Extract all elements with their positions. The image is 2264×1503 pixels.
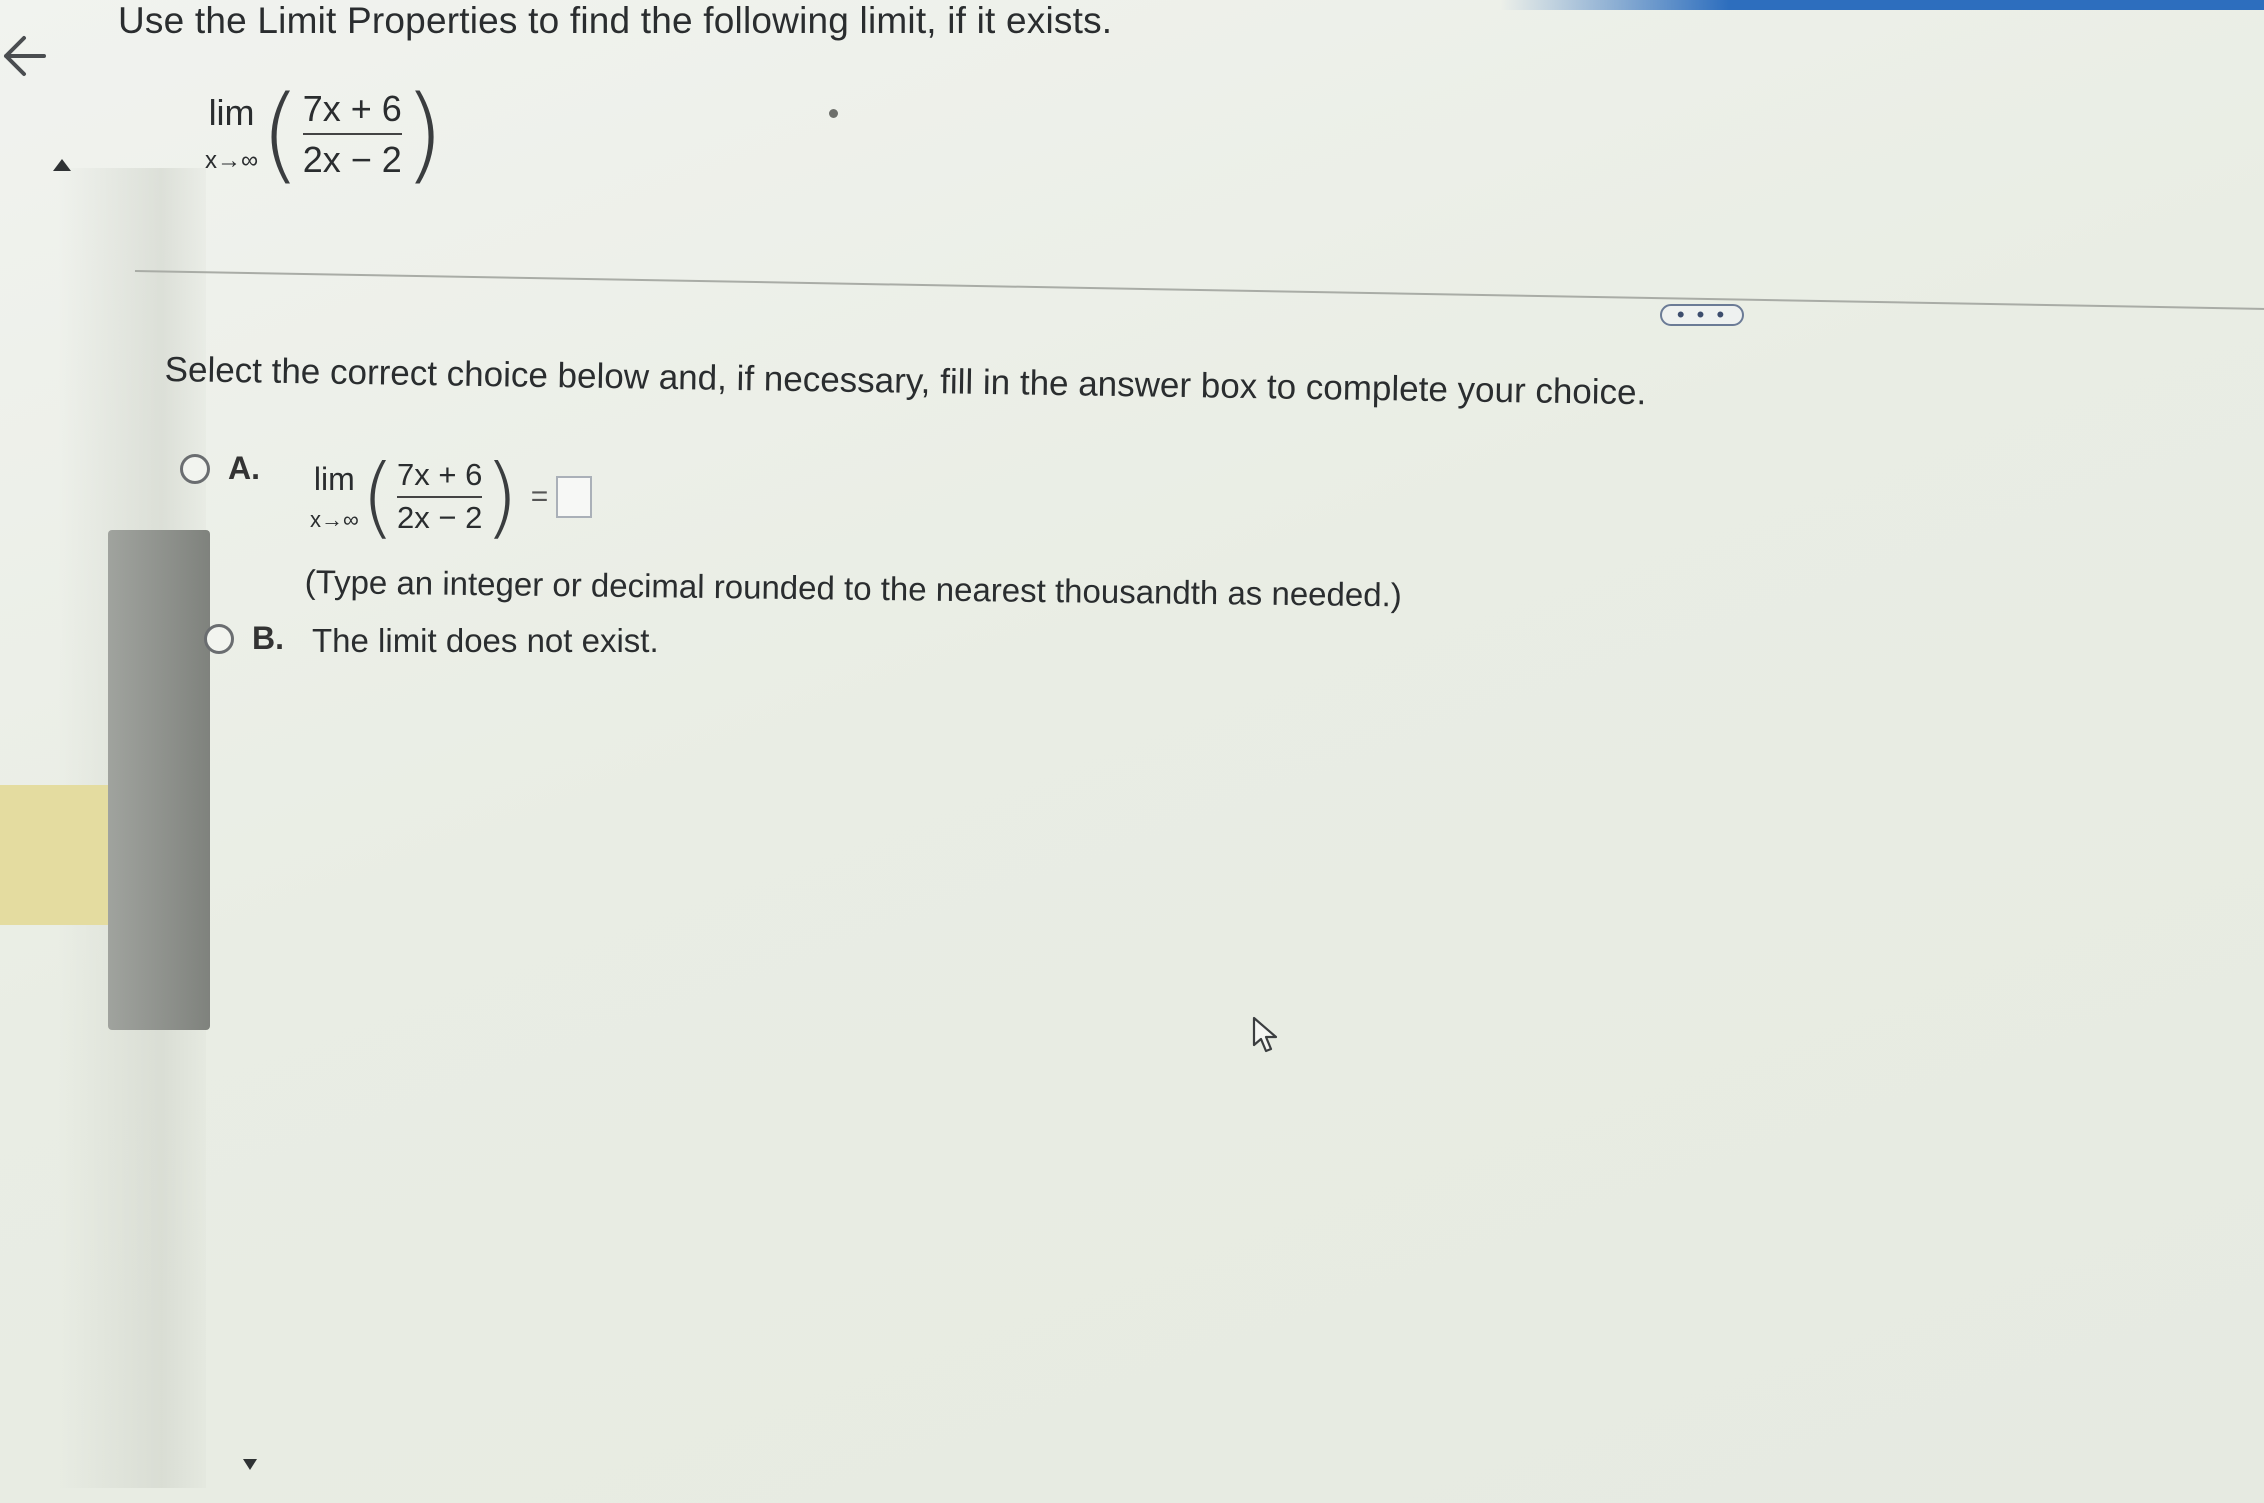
answer-input-box[interactable] [556, 476, 593, 518]
choice-a-limit-expression: lim x→∞ ( 7x + 6 2x − 2 ) = [310, 445, 593, 548]
limit-operator: lim x→∞ [205, 95, 258, 173]
fraction-bar [302, 132, 402, 135]
screen-speck [829, 109, 838, 118]
scroll-down-icon[interactable] [242, 1458, 258, 1472]
limit-operator: lim x→∞ [310, 463, 359, 531]
back-arrow-icon[interactable] [0, 28, 60, 84]
instruction-text: Select the correct choice below and, if … [164, 350, 1647, 413]
numerator: 7x + 6 [397, 457, 483, 493]
lim-word: lim [313, 461, 355, 497]
top-accent-bar [1500, 0, 2264, 10]
right-paren: ) [484, 445, 519, 548]
choice-b[interactable]: B. [204, 620, 284, 657]
left-paren: ( [360, 445, 396, 548]
scroll-thumb[interactable] [108, 530, 210, 1030]
equals-sign: = [530, 480, 549, 513]
fraction: 7x + 6 2x − 2 [397, 457, 483, 535]
question-limit-expression: lim x→∞ ( 7x + 6 2x − 2 ) [205, 82, 446, 186]
choice-a-radio[interactable] [180, 453, 210, 484]
denominator: 2x − 2 [397, 500, 483, 535]
lim-word: lim [208, 92, 255, 133]
section-divider [134, 270, 2264, 311]
question-text: Use the Limit Properties to find the fol… [118, 0, 1113, 41]
choice-a-hint: (Type an integer or decimal rounded to t… [304, 563, 1402, 614]
choice-a-letter: A. [228, 450, 260, 486]
lim-subscript: x→∞ [310, 507, 359, 532]
fraction: 7x + 6 2x − 2 [302, 87, 402, 180]
choice-b-radio[interactable] [204, 623, 234, 654]
numerator: 7x + 6 [302, 87, 402, 129]
right-paren: ) [403, 73, 445, 195]
scroll-up-icon[interactable] [52, 158, 72, 172]
mouse-pointer-icon [1252, 1016, 1278, 1053]
choice-a[interactable]: A. [180, 450, 260, 487]
fraction-bar [397, 496, 483, 498]
choice-b-text: The limit does not exist. [312, 622, 659, 659]
left-paren: ( [260, 73, 301, 195]
choice-b-letter: B. [252, 620, 284, 656]
denominator: 2x − 2 [302, 138, 402, 180]
lim-subscript: x→∞ [205, 147, 259, 174]
more-options-button[interactable]: • • • [1660, 304, 1744, 326]
